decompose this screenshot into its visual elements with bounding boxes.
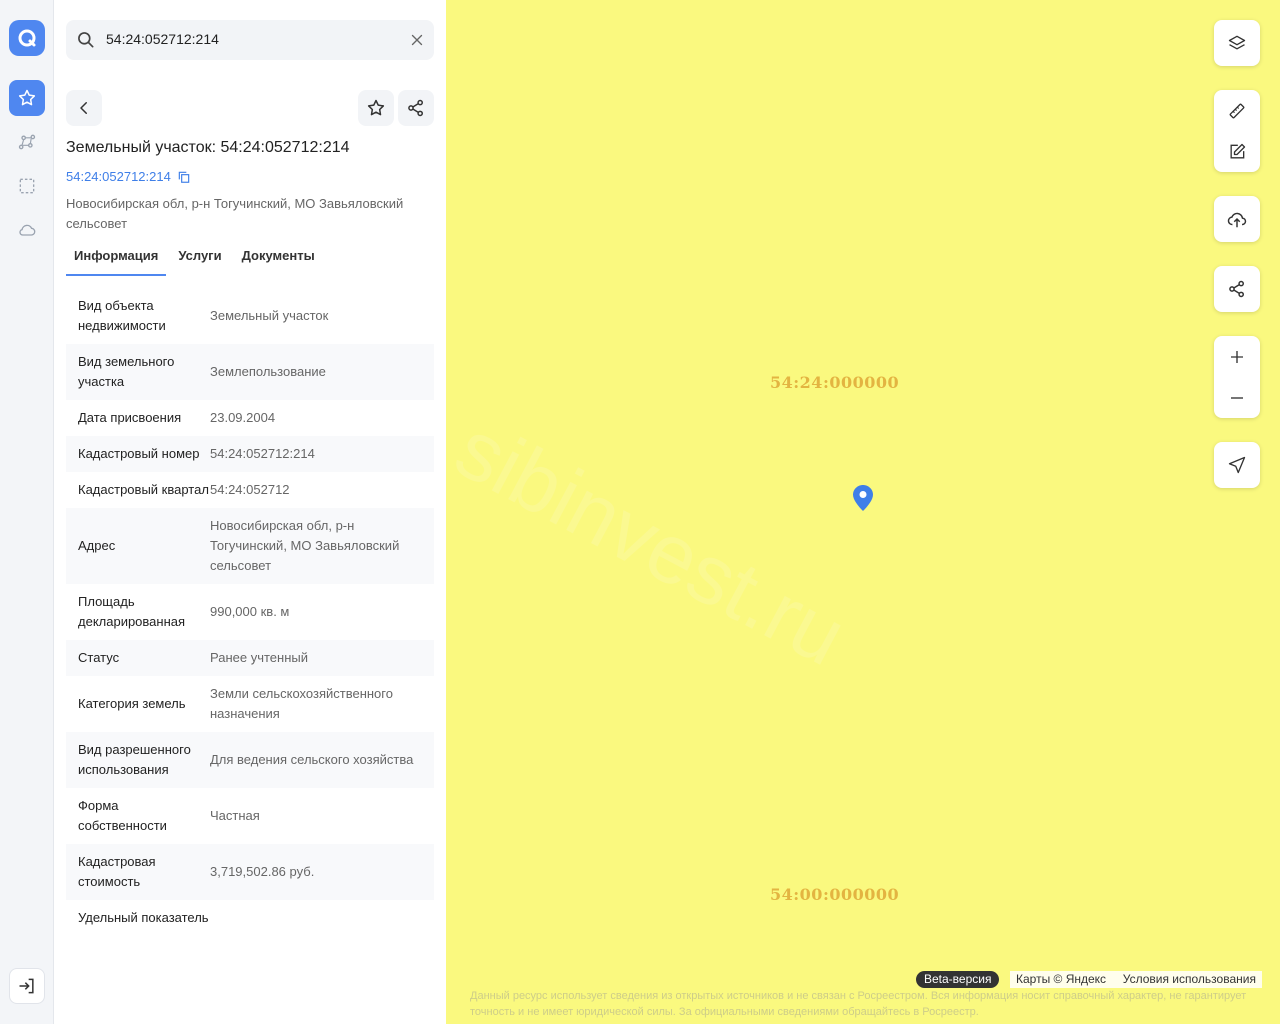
row-key: Категория земель (78, 696, 186, 711)
favorites-rail-button[interactable] (9, 80, 45, 116)
share-icon (1229, 280, 1244, 298)
upload-icon (1227, 212, 1247, 228)
share-icon (408, 99, 423, 117)
cadastral-number-link[interactable]: 54:24:052712:214 (66, 169, 191, 184)
table-row: Дата присвоения 23.09.2004 (66, 400, 434, 436)
minus-icon[interactable] (1228, 389, 1246, 407)
row-key: Вид разрешенного использования (78, 742, 191, 777)
row-value: 23.09.2004 (210, 410, 276, 425)
row-value: 54:24:052712 (210, 482, 290, 497)
row-key: Площадь декларированная (78, 594, 186, 629)
map-region-label: 54:00:000000 (770, 885, 900, 904)
search-icon (78, 32, 94, 48)
row-value: Частная (210, 808, 260, 823)
map-pin-icon[interactable] (851, 484, 875, 512)
row-value: Новосибирская обл, р-н Тогучинский, МО З… (210, 518, 400, 573)
logout-icon (19, 978, 34, 994)
map-attribution: Карты © Яндекс Условия использования (1010, 971, 1262, 988)
table-row: Кадастровый номер 54:24:052712:214 (66, 436, 434, 472)
row-value: Земельный участок (210, 308, 329, 323)
table-row: Категория земель Земли сельскохозяйственн… (66, 676, 434, 732)
row-key: Форма собственности (78, 798, 167, 833)
map-region-label: 54:24:000000 (770, 373, 900, 392)
table-row: Статус Ранее учтенный (66, 640, 434, 676)
table-row: Площадь декларированная 990,000 кв. м (66, 584, 434, 640)
cloud-rail-button[interactable] (9, 212, 45, 248)
layers-button[interactable] (1214, 20, 1260, 66)
select-area-rail-button[interactable] (9, 168, 45, 204)
row-value: Для ведения сельского хозяйства (210, 752, 414, 767)
terms-link[interactable]: Условия использования (1123, 972, 1256, 986)
star-icon (367, 99, 385, 116)
object-address: Новосибирская обл, р-н Тогучинский, МО З… (66, 196, 404, 231)
table-row: Кадастровый квартал 54:24:052712 (66, 472, 434, 508)
info-panel: 54:24:052712:214 Земельный участок: 54:2… (54, 0, 446, 1024)
beta-badge: Beta-версия (916, 971, 1000, 988)
route-rail-button[interactable] (9, 124, 45, 160)
row-value: Землепользование (210, 364, 326, 379)
search-box[interactable]: 54:24:052712:214 (66, 20, 434, 60)
favorite-button[interactable] (358, 90, 394, 126)
left-rail (0, 0, 54, 1024)
upload-button[interactable] (1214, 196, 1260, 242)
row-key: Дата присвоения (78, 410, 182, 425)
back-button[interactable] (66, 90, 102, 126)
layers-icon (1228, 35, 1246, 50)
info-table: Вид объекта недвижимости Земельный участо… (66, 288, 434, 936)
row-value: Земли сельскохозяйственного назначения (210, 686, 393, 721)
table-row: Вид объекта недвижимости Земельный участо… (66, 288, 434, 344)
row-value: 54:24:052712:214 (210, 446, 315, 461)
share-button[interactable] (398, 90, 434, 126)
clear-icon[interactable] (408, 31, 426, 49)
share-map-button[interactable] (1214, 266, 1260, 312)
measure-edit-group (1214, 90, 1260, 172)
back-icon (80, 102, 87, 114)
row-value: 990,000 кв. м (210, 604, 290, 619)
row-key: Кадастровый квартал (78, 482, 209, 497)
locate-button[interactable] (1214, 442, 1260, 488)
tab-documents[interactable]: Документы (234, 240, 323, 276)
row-value: 3,719,502.86 руб. (210, 864, 315, 879)
select-area-icon (19, 178, 35, 194)
table-row: Вид земельного участка Землепользование (66, 344, 434, 400)
page-title: Земельный участок: 54:24:052712:214 (66, 139, 350, 156)
table-row: Адрес Новосибирская обл, р-н Тогучинский,… (66, 508, 434, 584)
search-input[interactable]: 54:24:052712:214 (106, 31, 219, 47)
star-icon (18, 89, 36, 106)
table-row: Удельный показатель (66, 900, 434, 936)
row-key: Кадастровая стоимость (78, 854, 156, 889)
tab-information[interactable]: Информация (66, 240, 167, 276)
zoom-controls (1214, 336, 1260, 418)
table-row: Форма собственности Частная (66, 788, 434, 844)
copy-icon[interactable] (177, 170, 191, 184)
route-icon (18, 134, 36, 150)
table-row: Кадастровая стоимость 3,719,502.86 руб. (66, 844, 434, 900)
edit-icon[interactable] (1227, 142, 1247, 162)
row-key: Удельный показатель (78, 910, 209, 925)
row-key: Кадастровый номер (78, 446, 200, 461)
table-row: Вид разрешенного использования Для ведени… (66, 732, 434, 788)
map-canvas[interactable]: sibinvest.ru 54:24:000000 54:00:000000 B… (446, 0, 1280, 1024)
disclaimer-text: Данный ресурс использует сведения из отк… (470, 990, 1247, 1018)
logout-button[interactable] (9, 968, 45, 1004)
locate-icon (1228, 456, 1246, 474)
logo-icon[interactable] (9, 20, 45, 56)
row-key: Адрес (78, 538, 116, 553)
watermark: sibinvest.ru (446, 400, 861, 684)
yandex-copyright[interactable]: Карты © Яндекс (1016, 972, 1106, 986)
cadastral-number-text[interactable]: 54:24:052712:214 (66, 169, 171, 184)
tab-bar: Информация Услуги Документы (66, 240, 327, 276)
row-key: Вид объекта недвижимости (78, 298, 166, 333)
cloud-icon (19, 224, 36, 236)
ruler-icon[interactable] (1227, 101, 1247, 121)
row-value: Ранее учтенный (210, 650, 308, 665)
plus-icon[interactable] (1228, 348, 1246, 366)
tab-services[interactable]: Услуги (170, 240, 229, 276)
row-key: Статус (78, 650, 120, 665)
row-key: Вид земельного участка (78, 354, 175, 389)
